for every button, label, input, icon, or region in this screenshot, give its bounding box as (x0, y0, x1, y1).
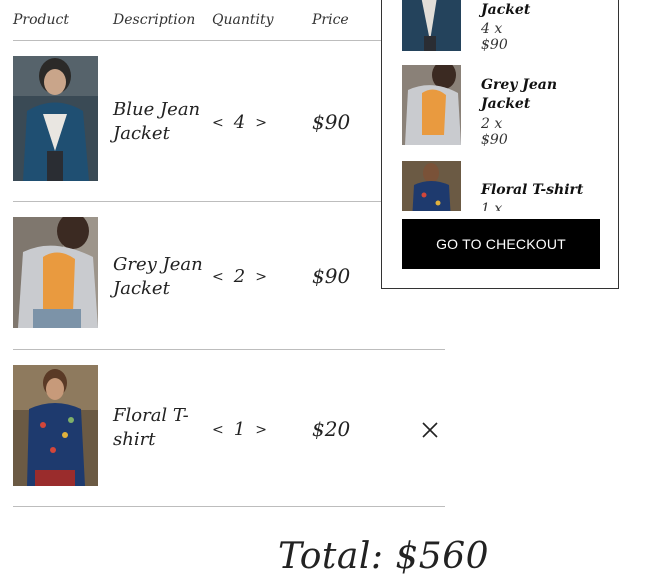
close-icon[interactable] (421, 421, 439, 439)
mini-cart-item-qty-price: 1 x $20 (481, 201, 503, 211)
product-image-blue-jean-jacket (13, 56, 98, 181)
header-product: Product (13, 12, 69, 28)
increase-quantity-button[interactable]: > (255, 115, 267, 131)
product-price: $20 (312, 417, 351, 441)
increase-quantity-button[interactable]: > (255, 422, 267, 438)
quantity-stepper: < 2 > (212, 266, 267, 287)
mini-cart-item-qty-price: 4 x $90 (481, 21, 508, 53)
header-price: Price (312, 12, 349, 28)
checkout-button[interactable]: GO TO CHECKOUT (402, 219, 600, 269)
row-divider (13, 349, 445, 350)
product-price: $90 (312, 110, 351, 134)
product-description: Blue Jean Jacket (113, 99, 201, 144)
mini-cart-dropdown: Jacket 4 x $90 Grey Jean Jacket 2 x $90 (381, 0, 619, 289)
header-description: Description (113, 12, 196, 28)
decrease-quantity-button[interactable]: < (212, 115, 224, 131)
cart-total: Total: $560 (278, 536, 490, 577)
quantity-value: 2 (233, 266, 246, 287)
quantity-value: 1 (233, 419, 246, 440)
product-image-floral-t-shirt (13, 365, 98, 486)
mini-cart-item-qty-price: 2 x $90 (481, 116, 508, 148)
product-price: $90 (312, 264, 351, 288)
mini-cart-item-name: Jacket (481, 2, 531, 18)
mini-cart-item-name: Floral T-shirt (481, 182, 584, 198)
product-description: Grey Jean Jacket (113, 254, 203, 299)
quantity-stepper: < 1 > (212, 419, 267, 440)
quantity-stepper: < 4 > (212, 112, 267, 133)
mini-cart-image-grey-jean-jacket (402, 65, 461, 145)
mini-cart-list[interactable]: Jacket 4 x $90 Grey Jean Jacket 2 x $90 (382, 0, 618, 211)
product-description: Floral T-shirt (113, 405, 189, 450)
decrease-quantity-button[interactable]: < (212, 422, 224, 438)
quantity-value: 4 (233, 112, 246, 133)
mini-cart-image-floral-t-shirt (402, 161, 461, 211)
mini-cart-image-blue-jean-jacket (402, 0, 461, 51)
increase-quantity-button[interactable]: > (255, 269, 267, 285)
mini-cart-item-name: Grey Jean Jacket (481, 77, 558, 112)
row-divider (13, 506, 445, 507)
product-image-grey-jean-jacket (13, 217, 98, 328)
decrease-quantity-button[interactable]: < (212, 269, 224, 285)
header-quantity: Quantity (212, 12, 274, 28)
